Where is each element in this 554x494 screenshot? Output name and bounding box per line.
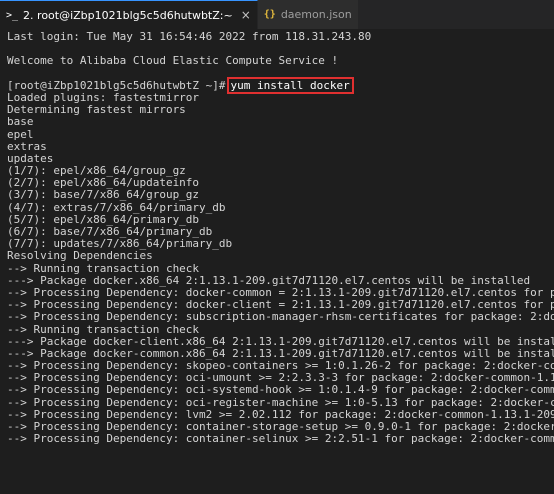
- terminal-line: extras: [7, 139, 47, 153]
- terminal-line: base: [7, 115, 34, 129]
- terminal-line: (4/7): extras/7/x86_64/primary_db: [7, 200, 226, 214]
- terminal-line: Last login: Tue May 31 16:54:46 2022 fro…: [7, 30, 372, 43]
- terminal-line: --> Processing Dependency: oci-systemd-h…: [7, 383, 554, 397]
- highlighted-command: yum install docker: [226, 76, 354, 94]
- terminal-line: Resolving Dependencies: [7, 249, 153, 263]
- terminal-line: Welcome to Alibaba Cloud Elastic Compute…: [7, 54, 339, 68]
- shell-prompt: [root@iZbp1021blg5c5d6hutwbtZ ~]#: [7, 78, 226, 92]
- close-icon[interactable]: ×: [241, 8, 251, 22]
- terminal-window: >_ 2. root@iZbp1021blg5c5d6hutwbtZ:~ × {…: [0, 0, 554, 494]
- terminal-line: --> Processing Dependency: oci-register-…: [7, 395, 554, 409]
- tab-bar: >_ 2. root@iZbp1021blg5c5d6hutwbtZ:~ × {…: [0, 0, 554, 30]
- tab-daemon-json[interactable]: {} daemon.json: [257, 0, 359, 29]
- tab-terminal[interactable]: >_ 2. root@iZbp1021blg5c5d6hutwbtZ:~ ×: [0, 0, 258, 29]
- terminal-output[interactable]: Last login: Tue May 31 16:54:46 2022 fro…: [7, 30, 554, 446]
- terminal-line: (3/7): base/7/x86_64/group_gz: [7, 188, 200, 202]
- tab-daemon-json-label: daemon.json: [280, 8, 352, 21]
- terminal-line: --> Processing Dependency: container-sel…: [7, 432, 554, 446]
- tab-terminal-label: 2. root@iZbp1021blg5c5d6hutwbtZ:~: [23, 8, 233, 22]
- terminal-line: Determining fastest mirrors: [7, 103, 186, 117]
- terminal-icon: >_: [6, 9, 19, 21]
- terminal-line: epel: [7, 127, 34, 141]
- terminal-line: --> Processing Dependency: subscription-…: [7, 310, 554, 324]
- terminal-line: --> Running transaction check: [7, 322, 200, 336]
- json-file-icon: {}: [263, 9, 276, 20]
- terminal-line: --> Running transaction check: [7, 261, 200, 275]
